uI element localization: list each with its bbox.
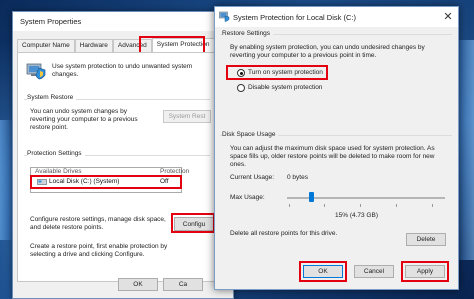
restore-settings-description: By enabling system protection, you can u…: [230, 44, 425, 59]
slider-tick: [360, 204, 361, 207]
protection-intro-text: Use system protection to undo unwanted s…: [52, 63, 193, 78]
ok-button-highlight: [299, 261, 347, 282]
system-restore-button[interactable]: System Rest: [163, 110, 211, 123]
protection-column-header[interactable]: Protection: [160, 168, 189, 175]
window-title: System Properties: [20, 17, 82, 26]
current-usage-label: Current Usage:: [230, 174, 275, 181]
protection-settings-heading: Protection Settings: [27, 150, 85, 157]
system-properties-ok-button[interactable]: OK: [118, 278, 158, 291]
system-restore-heading: System Restore: [27, 94, 77, 101]
restore-settings-heading: Restore Settings: [222, 30, 274, 37]
system-properties-cancel-button[interactable]: Ca: [163, 278, 203, 291]
disk-space-description: You can adjust the maximum disk space us…: [230, 145, 435, 168]
delete-restore-points-text: Delete all restore points for this drive…: [230, 230, 338, 237]
slider-tick: [289, 204, 290, 207]
system-shield-icon: [26, 63, 46, 80]
dialog-cancel-button[interactable]: Cancel: [354, 265, 394, 278]
system-properties-titlebar[interactable]: System Properties: [13, 12, 233, 31]
slider-tick: [432, 204, 433, 207]
configure-description: Configure restore settings, manage disk …: [30, 216, 166, 231]
tab-computer-name[interactable]: Computer Name: [17, 39, 75, 52]
slider-tick: [396, 204, 397, 207]
apply-button-highlight: [401, 261, 449, 282]
system-restore-description: You can undo system changes by reverting…: [30, 108, 138, 131]
max-usage-slider-thumb[interactable]: [308, 192, 314, 202]
max-usage-label: Max Usage:: [230, 194, 265, 201]
tab-hardware[interactable]: Hardware: [74, 39, 113, 52]
dialog-title: System Protection for Local Disk (C:): [233, 13, 356, 22]
slider-tick: [324, 204, 325, 207]
dialog-titlebar[interactable]: System Protection for Local Disk (C:) ✕: [215, 7, 458, 27]
available-drives-column-header[interactable]: Available Drives: [35, 168, 81, 175]
windows-logo-left: [0, 120, 12, 240]
close-icon[interactable]: ✕: [441, 10, 455, 24]
current-usage-value: 0 bytes: [287, 174, 308, 181]
windows-logo-right: [459, 40, 474, 260]
turn-on-protection-highlight: [226, 65, 328, 80]
create-restore-point-description: Create a restore point, first enable pro…: [30, 243, 168, 258]
disable-protection-radio[interactable]: [237, 84, 245, 92]
max-usage-value: 15% (4.73 GB): [335, 212, 378, 219]
configure-button-highlight: [171, 213, 215, 233]
disable-protection-label[interactable]: Disable system protection: [248, 84, 322, 92]
delete-button[interactable]: Delete: [406, 233, 446, 246]
disk-space-heading: Disk Space Usage: [222, 131, 279, 138]
system-protection-icon: [219, 11, 230, 22]
local-disk-highlight: [30, 175, 182, 189]
